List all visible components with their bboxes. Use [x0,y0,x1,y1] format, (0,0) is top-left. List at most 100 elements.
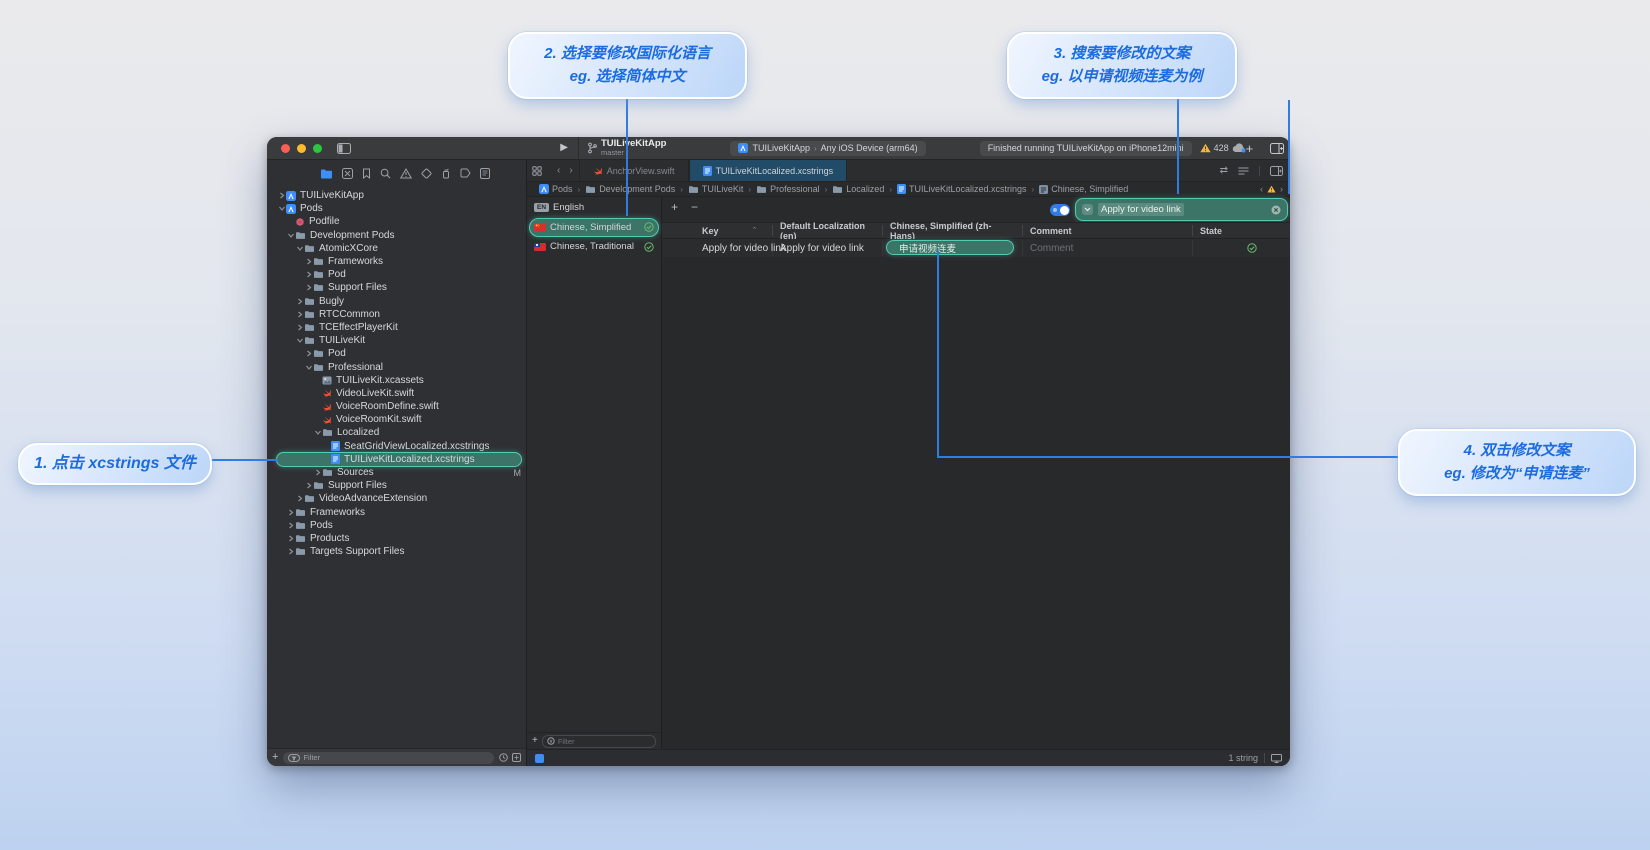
tree-row[interactable]: Frameworks [267,255,526,268]
column-divider[interactable] [882,225,883,236]
next-issue-button[interactable]: › [1280,185,1283,194]
search-input-value[interactable]: Apply for video link [1098,203,1184,216]
cell-comment[interactable]: Comment [1030,239,1184,257]
tree-row[interactable]: Support Files [267,479,526,492]
breadcrumb-item[interactable]: Localized [832,184,884,194]
tree-row[interactable]: TUILiveKit.xcassets [267,374,526,387]
disclosure-closed-icon[interactable] [286,535,295,542]
tree-row[interactable]: Pods [267,519,526,532]
tree-row[interactable]: TCEffectPlayerKit [267,321,526,334]
tree-row[interactable]: Development Pods [267,229,526,242]
tree-row[interactable]: RTCCommon [267,308,526,321]
disclosure-closed-icon[interactable] [304,258,313,265]
tree-row[interactable]: TUILiveKit [267,334,526,347]
previous-issue-button[interactable]: ‹ [1260,185,1263,194]
disclosure-open-icon[interactable] [277,205,286,212]
disclosure-closed-icon[interactable] [304,482,313,489]
cell-zh-hans-highlighted[interactable]: 申请视频连麦 [886,240,1014,255]
tab-anchorview-swift[interactable]: AnchorView.swift [579,160,689,181]
tree-row[interactable]: VoiceRoomDefine.swift [267,400,526,413]
breadcrumb-item[interactable]: Development Pods [585,184,675,194]
cell-key[interactable]: Apply for video link [702,239,764,257]
navigator-tab-bookmarks-icon[interactable] [362,168,371,179]
tree-row[interactable]: Frameworks [267,506,526,519]
tree-row[interactable]: TUILiveKitApp [267,189,526,202]
tree-row[interactable]: Pod [267,347,526,360]
tree-row[interactable]: Localized [267,426,526,439]
add-file-button[interactable]: + [272,752,278,763]
tab-tuilivekitlocalized-xcstrings[interactable]: TUILiveKitLocalized.xcstrings [689,160,848,181]
disclosure-closed-icon[interactable] [304,271,313,278]
source-control-filter-icon[interactable] [512,753,521,762]
tree-row[interactable]: Support Files [267,281,526,294]
tree-row[interactable]: Products [267,532,526,545]
tree-row[interactable]: Podfile [267,215,526,228]
adjust-editor-icon[interactable] [1238,167,1249,175]
language-row[interactable]: Chinese, Traditional [527,237,661,257]
sidebar-toggle-icon[interactable] [337,143,351,154]
tree-row[interactable]: Bugly [267,295,526,308]
tree-row[interactable]: VoiceRoomKit.swift [267,413,526,426]
search-scope-chevron-icon[interactable] [1082,204,1093,215]
column-divider[interactable] [772,225,773,236]
tree-row[interactable]: TUILiveKitLocalized.xcstrings [267,453,526,466]
language-row[interactable]: Chinese, Simplified [527,218,661,238]
column-header-comment[interactable]: Comment [1030,223,1184,238]
disclosure-closed-icon[interactable] [295,495,304,502]
forward-button[interactable]: › [569,166,572,176]
scheme-selector[interactable]: TUILiveKitApp › Any iOS Device (arm64) [730,141,925,156]
disclosure-closed-icon[interactable] [304,350,313,357]
navigator-tab-debug-icon[interactable] [441,168,451,179]
tree-row[interactable]: Targets Support Files [267,545,526,558]
navigator-tab-tests-icon[interactable] [421,168,432,179]
tree-row[interactable]: Pod [267,268,526,281]
tree-row[interactable]: Pods [267,202,526,215]
column-header-key[interactable]: Keyˆ [702,223,764,238]
add-string-button[interactable]: + [671,201,678,213]
navigator-tab-breakpoints-icon[interactable] [460,168,471,178]
back-button[interactable]: ‹ [557,166,560,176]
disclosure-closed-icon[interactable] [286,509,295,516]
disclosure-open-icon[interactable] [295,245,304,252]
tree-row[interactable]: Professional [267,360,526,373]
close-window-button[interactable] [281,144,290,153]
tree-row[interactable]: SeatGridViewLocalized.xcstrings [267,440,526,453]
disclosure-closed-icon[interactable] [295,311,304,318]
column-divider[interactable] [1192,225,1193,236]
disclosure-closed-icon[interactable] [304,284,313,291]
disclosure-closed-icon[interactable] [286,548,295,555]
breadcrumb-item[interactable]: TUILiveKit [688,184,744,194]
disclosure-open-icon[interactable] [313,429,322,436]
issues-summary[interactable]: 428 [1200,143,1246,153]
cell-default-localization[interactable]: Apply for video link [780,239,874,257]
column-header-state[interactable]: State [1200,223,1284,238]
column-header-default-localization-en-[interactable]: Default Localization (en) [780,223,874,238]
disclosure-open-icon[interactable] [295,337,304,344]
breadcrumb-item[interactable]: Chinese, Simplified [1039,184,1128,194]
navigator-tab-reports-icon[interactable] [480,168,490,179]
language-row[interactable]: ENEnglish [527,198,661,218]
search-field[interactable]: Apply for video link [1075,198,1288,221]
split-editor-icon[interactable] [1270,166,1283,176]
navigator-tab-find-icon[interactable] [380,168,391,179]
column-divider[interactable] [1022,225,1023,236]
add-language-button[interactable]: + [532,736,538,746]
navigator-tab-issues-icon[interactable] [400,168,412,179]
related-items-grid-icon[interactable] [527,160,547,181]
minimize-window-button[interactable] [297,144,306,153]
disclosure-closed-icon[interactable] [313,469,322,476]
clear-search-icon[interactable] [1271,205,1281,215]
recent-files-clock-icon[interactable] [499,753,508,762]
search-filter-toggle[interactable] [1050,204,1070,216]
tree-row[interactable]: VideoAdvanceExtension [267,492,526,505]
disclosure-closed-icon[interactable] [277,192,286,199]
disclosure-open-icon[interactable] [286,232,295,239]
run-button[interactable]: ▶ [560,143,568,153]
disclosure-closed-icon[interactable] [295,324,304,331]
table-row[interactable]: Apply for video link Apply for video link… [662,239,1290,257]
editor-layout-icon[interactable] [1270,143,1284,154]
breadcrumb-item[interactable]: TUILiveKitLocalized.xcstrings [897,184,1027,194]
disclosure-closed-icon[interactable] [295,298,304,305]
navigator-tab-project-folder-icon[interactable] [320,168,333,179]
breadcrumb-item[interactable]: Pods [539,184,573,194]
